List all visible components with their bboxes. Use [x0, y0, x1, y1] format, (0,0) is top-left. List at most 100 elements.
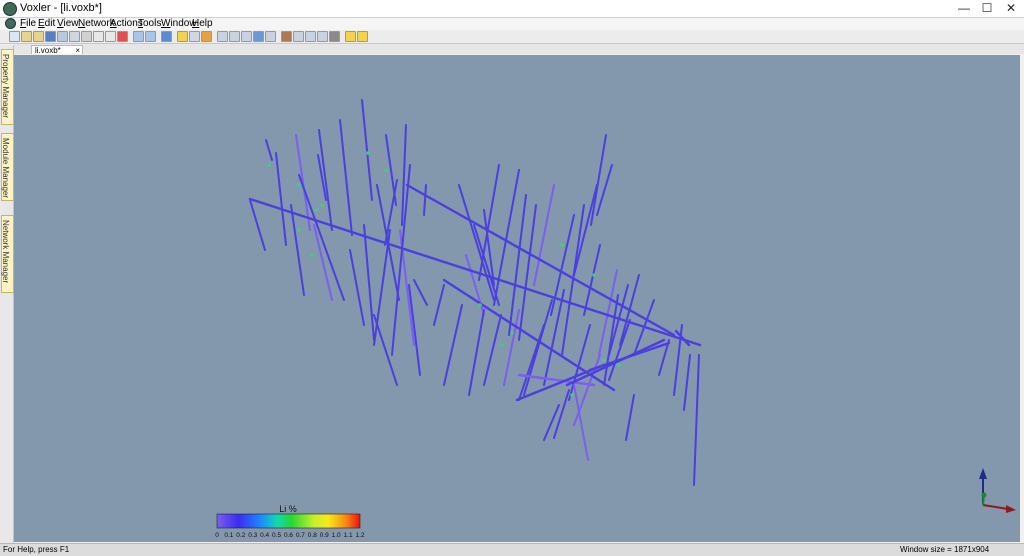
- pan-icon[interactable]: [201, 31, 212, 42]
- drillhole-trace: [313, 224, 333, 301]
- drillhole-trace: [543, 404, 560, 441]
- drillhole-trace: [290, 204, 305, 296]
- drillhole-trace: [683, 354, 691, 411]
- view-side-icon[interactable]: [253, 31, 264, 42]
- grade-highlight: [384, 168, 388, 172]
- menu-file[interactable]: File: [20, 18, 36, 30]
- colorbar-tick-label: 0.4: [260, 532, 269, 539]
- menu-help[interactable]: Help: [192, 18, 213, 30]
- rotate-icon[interactable]: [177, 31, 188, 42]
- x-axis-arrow: [1006, 505, 1016, 513]
- grade-highlight: [500, 343, 504, 347]
- tab-module-manager[interactable]: Module Manager: [1, 133, 14, 201]
- colorbar-gradient: [216, 513, 361, 529]
- copy-icon[interactable]: [93, 31, 104, 42]
- compute-icon[interactable]: [305, 31, 316, 42]
- tab-network-manager[interactable]: Network Manager: [1, 215, 14, 293]
- colorbar-tick-label: 0.8: [308, 532, 317, 539]
- grade-highlight: [366, 151, 370, 155]
- graphics-icon[interactable]: [293, 31, 304, 42]
- delete-icon[interactable]: [117, 31, 128, 42]
- select-icon[interactable]: [345, 31, 356, 42]
- window-title: Voxler - [li.voxb*]: [20, 2, 102, 14]
- document-tab-strip: li.voxb* ×: [14, 44, 1024, 55]
- view-3d-icon[interactable]: [265, 31, 276, 42]
- close-tab-icon[interactable]: ×: [75, 46, 80, 55]
- drillhole-trace: [443, 304, 463, 386]
- left-sidebar: Property Manager Module Manager Network …: [0, 45, 14, 543]
- close-button[interactable]: ✕: [997, 0, 1024, 17]
- grade-highlight: [602, 358, 606, 362]
- z-axis-arrow: [979, 468, 987, 479]
- status-window-size: Window size = 1871x904: [900, 545, 990, 554]
- drillhole-trace: [349, 249, 365, 326]
- colorbar-tick-label: 0.1: [224, 532, 233, 539]
- zoom-icon[interactable]: [189, 31, 200, 42]
- app-icon: [3, 2, 17, 16]
- open-folder-icon[interactable]: [33, 31, 44, 42]
- drillhole-trace: [275, 152, 287, 246]
- drillhole-trace: [361, 99, 373, 201]
- save-icon[interactable]: [45, 31, 56, 42]
- axis-triad: [979, 468, 1016, 513]
- export-icon[interactable]: [69, 31, 80, 42]
- drillhole-trace: [405, 183, 676, 337]
- document-tab[interactable]: li.voxb* ×: [31, 45, 83, 55]
- grade-highlight: [617, 363, 621, 367]
- view-front-icon[interactable]: [241, 31, 252, 42]
- status-help-text: For Help, press F1: [3, 545, 70, 554]
- document-tab-label: li.voxb*: [35, 46, 61, 55]
- x-axis-line: [982, 504, 1009, 510]
- drillhole-trace: [265, 139, 273, 161]
- cut-icon[interactable]: [81, 31, 92, 42]
- drillhole-trace: [553, 389, 570, 439]
- new-file-icon[interactable]: [9, 31, 20, 42]
- drillhole-group: [248, 99, 702, 486]
- paste-icon[interactable]: [105, 31, 116, 42]
- lock-icon[interactable]: [357, 31, 368, 42]
- grade-highlight: [570, 393, 574, 397]
- drillhole-trace: [561, 204, 585, 356]
- filter-icon[interactable]: [317, 31, 328, 42]
- colorbar-title: Li %: [279, 504, 297, 514]
- colorbar-legend: Li % 0 0.1 0.2 0.3 0.4 0.5 0.6 0.7 0.8 0.9 1.0 1.1 1…: [215, 504, 365, 539]
- menu-view[interactable]: View: [57, 18, 79, 30]
- drillhole-trace: [583, 244, 601, 316]
- tab-property-manager[interactable]: Property Manager: [1, 49, 14, 125]
- drillhole-trace: [248, 197, 702, 347]
- toolbar: [0, 30, 1024, 44]
- redo-icon[interactable]: [145, 31, 156, 42]
- y-axis-arrow: [981, 492, 987, 498]
- drillhole-trace: [433, 284, 445, 326]
- menu-tools[interactable]: Tools: [138, 18, 161, 30]
- undo-icon[interactable]: [133, 31, 144, 42]
- 3d-viewport[interactable]: Li % 0 0.1 0.2 0.3 0.4 0.5 0.6 0.7 0.8 0.9 1.0 1.1 1…: [14, 55, 1020, 542]
- drillhole-trace: [468, 309, 485, 396]
- grade-highlight: [297, 228, 301, 232]
- module-icon[interactable]: [281, 31, 292, 42]
- help-icon[interactable]: [161, 31, 172, 42]
- drillhole-trace: [298, 174, 345, 301]
- view-top-icon[interactable]: [229, 31, 240, 42]
- colorbar-ticks: 0 0.1 0.2 0.3 0.4 0.5 0.6 0.7 0.8 0.9 1.0 1.1 1.2: [215, 532, 365, 539]
- view-fit-icon[interactable]: [217, 31, 228, 42]
- colorbar-tick-label: 0.2: [236, 532, 245, 539]
- system-menu-icon[interactable]: [5, 18, 16, 29]
- print-icon[interactable]: [57, 31, 68, 42]
- drillhole-trace: [625, 394, 635, 441]
- drillhole-trace: [249, 199, 266, 251]
- drillhole-trace: [693, 354, 700, 486]
- open-folder-icon[interactable]: [21, 31, 32, 42]
- tab-module-manager-label: Module Manager: [1, 138, 10, 199]
- tab-network-manager-label: Network Manager: [1, 220, 10, 284]
- menu-edit[interactable]: Edit: [38, 18, 55, 30]
- grade-highlight: [320, 203, 324, 207]
- colorbar-tick-label: 0.3: [248, 532, 257, 539]
- colorbar-tick-label: 1.1: [344, 532, 353, 539]
- drillhole-trace: [408, 284, 421, 376]
- axes-icon[interactable]: [329, 31, 340, 42]
- colorbar-tick-label: 0: [215, 532, 219, 539]
- drillhole-trace: [573, 184, 598, 276]
- grade-highlight: [592, 273, 596, 277]
- grade-highlight: [267, 163, 271, 167]
